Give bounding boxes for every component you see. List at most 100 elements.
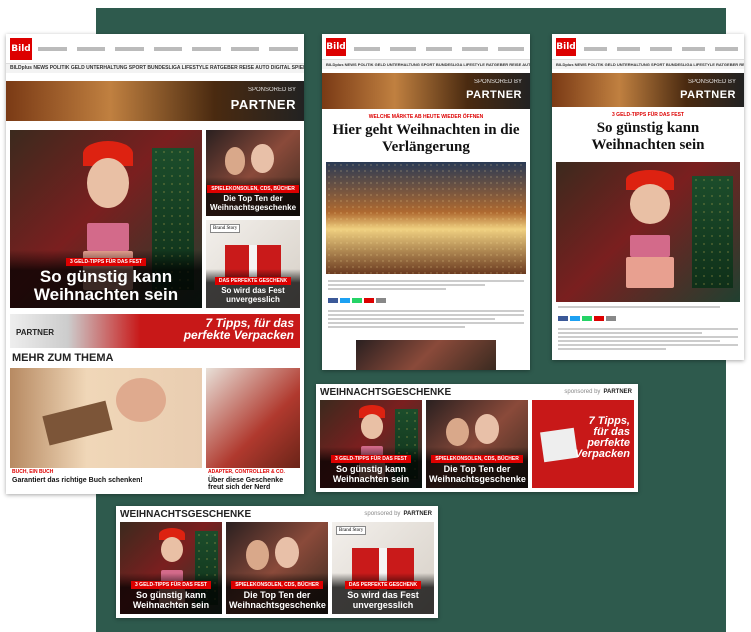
- widget1-tile3-text: 7 Tipps, für das perfekte Verpacken: [574, 414, 630, 460]
- widget2-heading: WEIHNACHTSGESCHENKE: [120, 509, 252, 520]
- brand-story-badge: Brand Story: [210, 224, 241, 233]
- widget1-tile-guenstig[interactable]: 3 GELD-TIPPS FÜR DAS FEST So günstig kan…: [320, 400, 422, 488]
- tile-label: 3 GELD-TIPPS FÜR DAS FEST So günstig kan…: [320, 447, 422, 488]
- sponsor-banner[interactable]: SPONSORED BY PARTNER: [322, 73, 530, 109]
- article1-intro-text: [328, 280, 524, 292]
- tile-label: DAS PERFEKTE GESCHENK So wird das Fest u…: [332, 573, 434, 614]
- widget2-tile-top-ten[interactable]: SPIELEKONSOLEN, CDS, BÜCHER Die Top Ten …: [226, 522, 328, 614]
- article1-kicker: WELCHE MÄRKTE AB HEUTE WIEDER ÖFFNEN: [368, 114, 484, 120]
- gift-widget-small: WEIHNACHTSGESCHENKE sponsored by PARTNER …: [116, 506, 438, 618]
- widget2-tile-fest[interactable]: Brand Story DAS PERFEKTE GESCHENK So wir…: [332, 522, 434, 614]
- widget1-tile1-kicker: 3 GELD-TIPPS FÜR DAS FEST: [331, 455, 411, 464]
- widget1-tile-verpacken[interactable]: 7 Tipps, für das perfekte Verpacken: [532, 400, 634, 488]
- item2-title: Über diese Geschenke freut sich der Nerd: [208, 476, 284, 492]
- teaser-top-ten[interactable]: SPIELEKONSOLEN, CDS, BÜCHER Die Top Ten …: [206, 130, 300, 216]
- mehr-zum-thema-heading: MEHR ZUM THEMA: [12, 352, 114, 364]
- widget2-tile-guenstig[interactable]: 3 GELD-TIPPS FÜR DAS FEST So günstig kan…: [120, 522, 222, 614]
- woman-image: [115, 378, 166, 422]
- partner-label: PARTNER: [680, 89, 736, 101]
- hero-title: So günstig kann Weihnachten sein: [33, 267, 179, 305]
- hero-teaser[interactable]: 3 GELD-TIPPS FÜR DAS FEST So günstig kan…: [10, 130, 202, 308]
- tile-label: 3 GELD-TIPPS FÜR DAS FEST So günstig kan…: [120, 573, 222, 614]
- person-image: [446, 417, 469, 446]
- lights-image: [326, 162, 526, 274]
- sponsor-banner[interactable]: SPONSORED BY PARTNER: [6, 81, 304, 121]
- site-header: Bild: [552, 34, 744, 60]
- gift-image: [629, 234, 671, 258]
- site-header: Bild: [322, 34, 530, 60]
- article2-body-text: [558, 328, 738, 352]
- main-nav[interactable]: BILDplus NEWS POLITIK GELD UNTERHALTUNG …: [322, 60, 530, 69]
- widget2-tile2-title: Die Top Ten der Weihnachtsgeschenke: [229, 590, 326, 610]
- article1-title: Hier geht Weihnachten in die Verlängerun…: [332, 122, 520, 155]
- teaser-label: DAS PERFEKTE GESCHENK So wird das Fest u…: [206, 269, 300, 308]
- verpacken-banner[interactable]: PARTNER 7 Tipps, für das perfekte Verpac…: [10, 314, 300, 348]
- sponsored-by-label: SPONSORED BY: [247, 87, 296, 93]
- collage: Bild BILDplus NEWS POLITIK GELD UNTERHAL…: [0, 0, 751, 632]
- teaser1-title: Die Top Ten der Weihnachtsgeschenke: [209, 194, 297, 212]
- widget1-heading: WEIHNACHTSGESCHENKE: [320, 387, 452, 398]
- teaser-label: SPIELEKONSOLEN, CDS, BÜCHER Die Top Ten …: [206, 177, 300, 216]
- person-image: [274, 536, 300, 568]
- book-teaser-caption[interactable]: BUCH, EIN BUCH Garantiert das richtige B…: [12, 469, 200, 484]
- widget1-tile-top-ten[interactable]: SPIELEKONSOLEN, CDS, BÜCHER Die Top Ten …: [426, 400, 528, 488]
- main-nav[interactable]: BILDplus NEWS POLITIK GELD UNTERHALTUNG …: [6, 64, 304, 73]
- bild-logo[interactable]: Bild: [326, 38, 346, 56]
- widget2-tile1-title: So günstig kann Weihnachten sein: [132, 590, 210, 610]
- article2-hero-image: [556, 162, 740, 302]
- share-buttons[interactable]: [328, 298, 386, 303]
- teaser2-kicker: DAS PERFEKTE GESCHENK: [214, 277, 292, 286]
- partner-label: PARTNER: [230, 97, 296, 112]
- article1-bottom-image: [356, 340, 496, 370]
- tile-label: SPIELEKONSOLEN, CDS, BÜCHER Die Top Ten …: [426, 447, 528, 488]
- site-header: Bild: [6, 34, 304, 64]
- widget2-tile1-kicker: 3 GELD-TIPPS FÜR DAS FEST: [131, 581, 211, 590]
- widget1-sponsored-label: sponsored by: [564, 389, 601, 395]
- teaser-fest[interactable]: Brand Story DAS PERFEKTE GESCHENK So wir…: [206, 220, 300, 308]
- widget1-sponsor: sponsored by PARTNER: [564, 389, 632, 395]
- widget2-sponsored-label: sponsored by: [364, 511, 401, 517]
- person-image: [224, 147, 246, 175]
- item1-title: Garantiert das richtige Buch schenken!: [12, 476, 143, 484]
- woman-image: [360, 414, 384, 439]
- christmas-tree-image: [692, 176, 733, 288]
- widget2-partner: PARTNER: [403, 511, 432, 517]
- banner-text: 7 Tipps, für das perfekte Verpacken: [183, 316, 294, 342]
- widget2-tile2-kicker: SPIELEKONSOLEN, CDS, BÜCHER: [231, 581, 323, 590]
- item1-kicker: BUCH, EIN BUCH: [12, 469, 54, 475]
- sponsored-by-label: SPONSORED BY: [473, 79, 522, 85]
- article2-title: So günstig kann Weihnachten sein: [591, 120, 705, 153]
- person-image: [251, 143, 274, 173]
- header-links: [354, 42, 524, 56]
- person-image: [474, 414, 500, 444]
- nerd-teaser-caption[interactable]: ADAPTER, CONTROLLER & CO. Über diese Ges…: [208, 469, 300, 492]
- person-image: [246, 540, 269, 570]
- widget2-sponsor: sponsored by PARTNER: [364, 511, 432, 517]
- book-image: [41, 400, 113, 446]
- sponsor-banner[interactable]: SPONSORED BY PARTNER: [552, 73, 744, 107]
- widget1-partner: PARTNER: [603, 389, 632, 395]
- widget1-tile1-title: So günstig kann Weihnachten sein: [332, 464, 410, 484]
- homepage-screenshot: Bild BILDplus NEWS POLITIK GELD UNTERHAL…: [6, 34, 304, 494]
- gift-image: [86, 222, 130, 252]
- christmas-market-image: [326, 162, 526, 274]
- article2-kicker: 3 GELD-TIPPS FÜR DAS FEST: [612, 112, 684, 118]
- banner-partner: PARTNER: [16, 328, 55, 337]
- widget2-tile3-kicker: DAS PERFEKTE GESCHENK: [344, 581, 422, 590]
- share-buttons[interactable]: [558, 316, 616, 321]
- woman-image: [86, 158, 130, 209]
- bild-logo[interactable]: Bild: [10, 38, 32, 60]
- book-teaser-image[interactable]: [10, 368, 202, 468]
- gift-image: [625, 257, 674, 288]
- hero-label: 3 GELD-TIPPS FÜR DAS FEST So günstig kan…: [10, 250, 202, 308]
- article1-body-text: [328, 310, 524, 330]
- main-nav[interactable]: BILDplus NEWS POLITIK GELD UNTERHALTUNG …: [552, 60, 744, 69]
- teaser1-kicker: SPIELEKONSOLEN, CDS, BÜCHER: [207, 185, 299, 194]
- sponsored-by-label: SPONSORED BY: [687, 79, 736, 85]
- woman-image: [160, 536, 184, 563]
- tile-label: SPIELEKONSOLEN, CDS, BÜCHER Die Top Ten …: [226, 573, 328, 614]
- nerd-teaser-image[interactable]: [206, 368, 300, 468]
- partner-label: PARTNER: [466, 89, 522, 101]
- bild-logo[interactable]: Bild: [556, 38, 576, 56]
- article-markets-screenshot: Bild BILDplus NEWS POLITIK GELD UNTERHAL…: [322, 34, 530, 370]
